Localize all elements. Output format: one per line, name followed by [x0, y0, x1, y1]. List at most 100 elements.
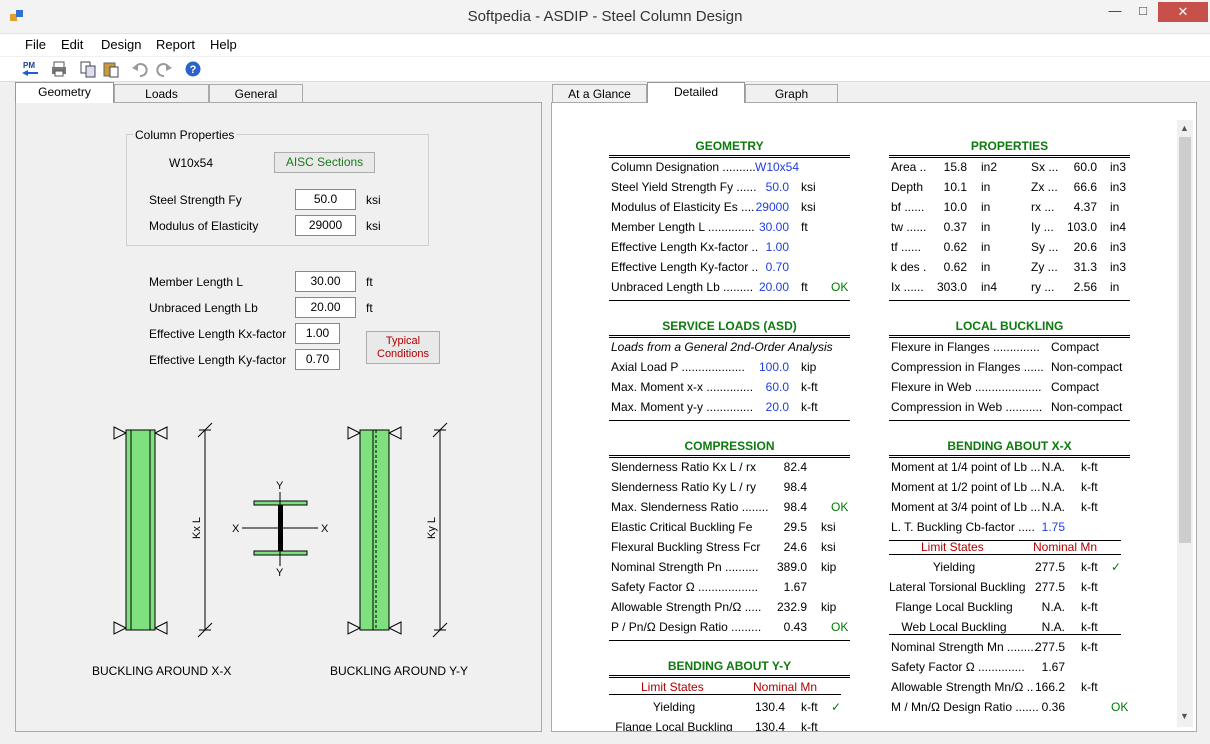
property-label: k des .	[891, 260, 927, 274]
property-unit: in	[1110, 280, 1120, 294]
bendx-row-unit: k-ft	[1081, 480, 1098, 494]
compression-row-status: OK	[831, 620, 849, 634]
property-value: 60.0	[1073, 160, 1097, 174]
bendx-row-unit: k-ft	[1081, 460, 1098, 474]
geometry-row-unit: ft	[801, 280, 808, 294]
kyl-label: Ky L	[426, 517, 438, 539]
lb-input[interactable]: 20.00	[295, 297, 356, 318]
bendx-row-status: OK	[1111, 700, 1129, 714]
bendx-row-value: 166.2	[1034, 680, 1065, 694]
aisc-sections-button[interactable]: AISC Sections	[274, 152, 375, 173]
limit-state-name: Lateral Torsional Buckling	[889, 580, 1026, 594]
copy-icon[interactable]	[79, 60, 97, 78]
compression-row-value: 24.6	[783, 540, 807, 554]
property-value: 10.1	[943, 180, 967, 194]
geometry-row-value: 0.70	[765, 260, 789, 274]
tab-at-a-glance[interactable]: At a Glance	[552, 84, 647, 103]
scroll-up-icon[interactable]: ▲	[1180, 123, 1189, 133]
property-value: 0.37	[943, 220, 967, 234]
kxl-label: Kx L	[191, 517, 203, 539]
undo-icon[interactable]	[131, 60, 149, 78]
l-input[interactable]: 30.00	[295, 271, 356, 292]
limit-state-unit: k-ft	[1081, 600, 1098, 614]
tab-graph[interactable]: Graph	[745, 84, 838, 103]
limit-state-unit: k-ft	[1081, 560, 1098, 574]
close-button[interactable]: ✕	[1158, 2, 1208, 22]
local-buckling-section-rule	[889, 335, 1130, 338]
menu-design[interactable]: Design	[101, 37, 141, 52]
maximize-button[interactable]: □	[1128, 2, 1158, 22]
print-icon[interactable]	[50, 60, 68, 78]
compression-row-label: Max. Slenderness Ratio ........	[611, 500, 769, 514]
typical-conditions-button[interactable]: Typical Conditions	[366, 331, 440, 364]
fy-unit: ksi	[366, 193, 381, 207]
geometry-row-unit: ksi	[801, 180, 816, 194]
geometry-row-label: Unbraced Length Lb .........	[611, 280, 754, 294]
tab-detailed[interactable]: Detailed	[647, 82, 745, 103]
property-label: tw ......	[891, 220, 927, 234]
redo-icon[interactable]	[155, 60, 173, 78]
menu-help[interactable]: Help	[210, 37, 237, 52]
bendx-row-value: 1.75	[1041, 520, 1065, 534]
tab-loads[interactable]: Loads	[114, 84, 209, 103]
compression-row-value: 82.4	[783, 460, 807, 474]
pm-back-icon[interactable]: PM	[20, 60, 42, 78]
compression-row-value: 389.0	[776, 560, 807, 574]
axis-x-right: X	[321, 523, 329, 535]
menu-report[interactable]: Report	[156, 37, 195, 52]
ky-label: Effective Length Ky-factor	[149, 353, 287, 367]
e-input[interactable]: 29000	[295, 215, 356, 236]
tab-geometry[interactable]: Geometry	[15, 82, 114, 103]
axis-x-left: X	[232, 523, 240, 535]
compression-row-label: Flexural Buckling Stress Fcr	[611, 540, 761, 554]
property-unit: in	[981, 200, 991, 214]
property-value: 66.6	[1073, 180, 1097, 194]
minimize-button[interactable]: —	[1100, 2, 1130, 22]
section-name: W10x54	[169, 156, 214, 170]
compression-row-unit: ksi	[821, 520, 836, 534]
bendx-row-label: Nominal Strength Mn .........	[891, 640, 1038, 654]
property-unit: in	[981, 240, 991, 254]
service-row-label: Max. Moment y-y ..............	[611, 400, 754, 414]
axis-y-bottom: Y	[276, 567, 284, 579]
paste-icon[interactable]	[102, 60, 120, 78]
limit-state-value: 277.5	[1034, 580, 1065, 594]
pm-label: PM	[23, 61, 35, 70]
property-unit: in3	[1110, 240, 1127, 254]
ky-input[interactable]: 0.70	[295, 349, 340, 370]
menu-edit[interactable]: Edit	[61, 37, 83, 52]
kx-input[interactable]: 1.00	[295, 323, 340, 344]
bendx-row-value: 1.67	[1041, 660, 1065, 674]
bendy-header-nominal: Nominal Mn	[753, 680, 818, 694]
compression-section-title: COMPRESSION	[684, 439, 775, 453]
limit-state-check: ✓	[1111, 560, 1122, 574]
bendx-row-label: L. T. Buckling Cb-factor .....	[891, 520, 1035, 534]
bendx-row-label: Allowable Strength Mn/Ω ..	[891, 680, 1034, 694]
bendx-row-value: 0.36	[1041, 700, 1065, 714]
tab-general[interactable]: General	[209, 84, 303, 103]
fy-input[interactable]: 50.0	[295, 189, 356, 210]
help-icon[interactable]: ?	[184, 60, 202, 78]
scroll-down-icon[interactable]: ▼	[1180, 711, 1189, 721]
property-label: Iy ...	[1031, 220, 1054, 234]
limit-state-unit: k-ft	[1081, 620, 1098, 634]
property-label: Sx ...	[1031, 160, 1059, 174]
menu-file[interactable]: File	[25, 37, 46, 52]
compression-row-label: Nominal Strength Pn ..........	[611, 560, 759, 574]
scrollbar-thumb[interactable]	[1179, 137, 1191, 543]
limit-state-name: Flange Local Buckling	[895, 600, 1013, 614]
geometry-row-value: 1.00	[765, 240, 789, 254]
limit-states-header-rule	[889, 554, 1121, 555]
limit-state-value: 277.5	[1034, 560, 1065, 574]
geometry-row-value: 29000	[755, 200, 789, 214]
bendx-row-value: N.A.	[1041, 480, 1065, 494]
limit-header-states: Limit States	[921, 540, 984, 554]
property-value: 2.56	[1073, 280, 1097, 294]
group-title: Column Properties	[133, 128, 237, 142]
lb-unit: ft	[366, 301, 373, 315]
bendy-header-rule	[609, 694, 841, 695]
bendx-row-label: Moment at 3/4 point of Lb ...	[891, 500, 1041, 514]
bendy-state-unit: k-ft	[801, 700, 818, 714]
property-value: 0.62	[943, 240, 967, 254]
properties-section-title: PROPERTIES	[970, 139, 1049, 153]
